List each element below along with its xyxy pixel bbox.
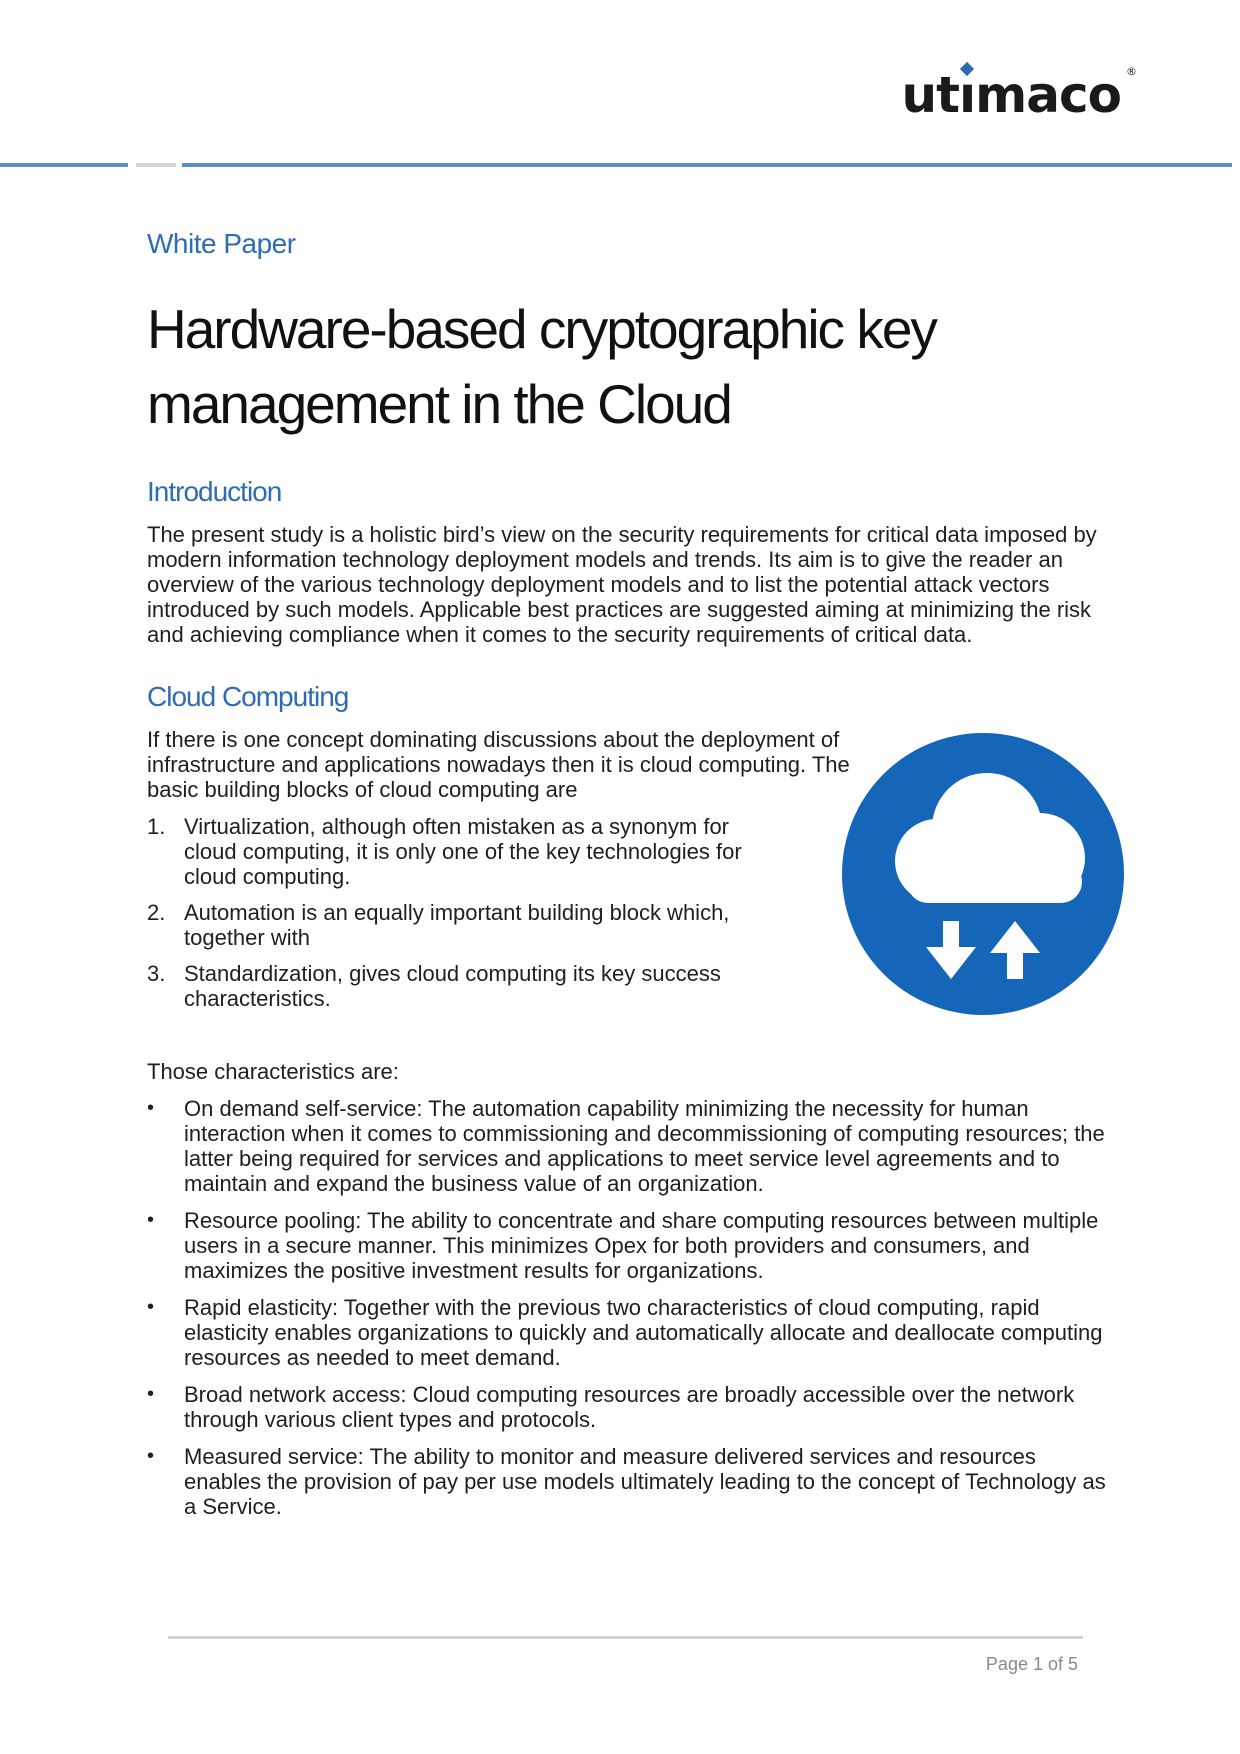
list-item-text: Measured service: The ability to monitor… bbox=[184, 1444, 1106, 1519]
introduction-heading: Introduction bbox=[147, 476, 282, 507]
list-item: 3. Standardization, gives cloud computin… bbox=[147, 961, 764, 1011]
cloud-computing-body: If there is one concept dominating discu… bbox=[147, 727, 850, 802]
cloud-computing-section: If there is one concept dominating discu… bbox=[147, 727, 1124, 1015]
page-content: White Paper Hardware-based cryptographic… bbox=[147, 228, 1124, 1531]
list-item: 1. Virtualization, although often mistak… bbox=[147, 814, 764, 889]
list-number: 2. bbox=[147, 900, 166, 925]
bullet-icon: • bbox=[147, 1209, 155, 1231]
list-item-text: Rapid elasticity: Together with the prev… bbox=[184, 1295, 1103, 1370]
document-type: White Paper bbox=[147, 228, 296, 259]
registered-mark: ® bbox=[1126, 65, 1137, 78]
list-item-text: Automation is an equally important build… bbox=[184, 900, 730, 950]
logo-text-pre: ut bbox=[901, 66, 960, 124]
utimaco-logo: utı maco ® bbox=[902, 61, 1137, 120]
building-blocks-list: 1. Virtualization, although often mistak… bbox=[147, 814, 867, 1011]
list-number: 1. bbox=[147, 814, 166, 839]
list-item: • On demand self-service: The automation… bbox=[147, 1096, 1114, 1196]
bullet-icon: • bbox=[147, 1296, 155, 1318]
list-item: 2. Automation is an equally important bu… bbox=[147, 900, 764, 950]
list-item-text: Broad network access: Cloud computing re… bbox=[184, 1382, 1075, 1432]
bullet-icon: • bbox=[147, 1445, 155, 1467]
cloud-upload-download-icon bbox=[842, 733, 1124, 1015]
footer-rule bbox=[168, 1636, 1083, 1639]
characteristics-intro: Those characteristics are: bbox=[147, 1059, 399, 1084]
header-rule-left bbox=[0, 163, 128, 167]
cloud-computing-heading: Cloud Computing bbox=[147, 681, 349, 712]
header-rule-right bbox=[182, 163, 1232, 167]
list-item-text: On demand self-service: The automation c… bbox=[184, 1096, 1105, 1196]
bullet-icon: • bbox=[147, 1097, 155, 1119]
document-title: Hardware-based cryptographic key managem… bbox=[147, 298, 938, 435]
list-item: • Measured service: The ability to monit… bbox=[147, 1444, 1114, 1519]
page-number: Page 1 of 5 bbox=[985, 1654, 1078, 1674]
header-rule-gap bbox=[136, 163, 176, 167]
list-item: • Broad network access: Cloud computing … bbox=[147, 1382, 1114, 1432]
bullet-icon: • bbox=[147, 1383, 155, 1405]
logo-text-post: maco bbox=[975, 66, 1122, 124]
list-item: • Rapid elasticity: Together with the pr… bbox=[147, 1295, 1114, 1370]
characteristics-list: • On demand self-service: The automation… bbox=[147, 1096, 1106, 1519]
list-item-text: Virtualization, although often mistaken … bbox=[184, 814, 742, 889]
list-item-text: Standardization, gives cloud computing i… bbox=[184, 961, 721, 1011]
list-item: • Resource pooling: The ability to conce… bbox=[147, 1208, 1114, 1283]
introduction-body: The present study is a holistic bird’s v… bbox=[147, 522, 1097, 647]
list-item-text: Resource pooling: The ability to concent… bbox=[184, 1208, 1099, 1283]
list-number: 3. bbox=[147, 961, 166, 986]
logo-letter-i: ı bbox=[959, 61, 976, 120]
